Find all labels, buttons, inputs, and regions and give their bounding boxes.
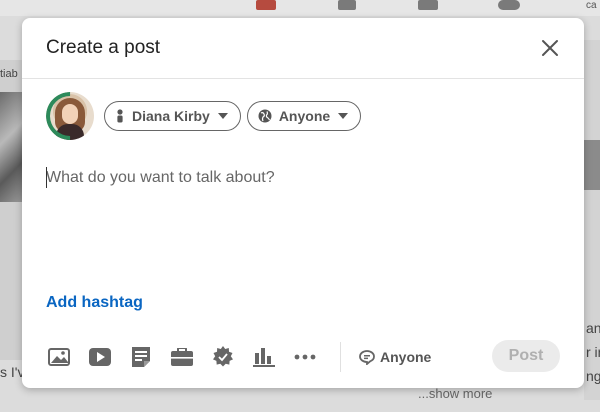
add-document-button[interactable]: [129, 345, 153, 369]
close-button[interactable]: [538, 36, 562, 60]
background-text: r in: [586, 344, 600, 360]
caret-down-icon: [217, 113, 228, 119]
video-icon: [89, 348, 111, 366]
job-icon: [171, 348, 193, 366]
document-icon: [132, 347, 150, 367]
more-icon: [294, 354, 316, 360]
globe-icon: [258, 109, 272, 123]
add-hashtag-button[interactable]: Add hashtag: [46, 294, 143, 312]
poll-icon: [253, 348, 275, 367]
person-icon: [115, 109, 125, 123]
author-name: Diana Kirby: [132, 108, 210, 124]
background-photo: [0, 92, 22, 202]
comment-visibility-label: Anyone: [380, 349, 432, 365]
background-text: an: [586, 320, 600, 336]
close-icon: [542, 40, 558, 56]
background-nav-icon: [256, 0, 276, 10]
more-options-button[interactable]: [293, 345, 317, 369]
post-button[interactable]: Post: [492, 340, 560, 372]
comment-visibility-button[interactable]: Anyone: [359, 349, 431, 365]
post-toolbar: Anyone: [44, 342, 564, 372]
author-selector-button[interactable]: Diana Kirby: [104, 101, 241, 131]
author-row: Diana Kirby Anyone: [46, 92, 362, 140]
celebrate-icon: [213, 346, 233, 367]
caret-down-icon: [338, 113, 349, 119]
comment-icon: [359, 349, 375, 365]
background-nav-icon: [418, 0, 438, 10]
photo-icon: [48, 348, 70, 366]
dialog-header: Create a post: [22, 18, 584, 79]
background-photo: [584, 140, 600, 190]
background-text: tiab: [0, 68, 18, 80]
background-nav-icon: [338, 0, 356, 10]
text-cursor: [46, 167, 47, 188]
background-nav-label: ca: [586, 0, 597, 11]
background-nav-icon: [498, 0, 520, 10]
background-text: s I'v: [0, 364, 25, 380]
create-post-dialog: Create a post Diana Kirby Anyone What do…: [22, 18, 584, 388]
audience-selector-button[interactable]: Anyone: [246, 101, 362, 131]
avatar: [46, 92, 94, 140]
celebrate-button[interactable]: [211, 345, 235, 369]
background-top-nav: ca: [0, 0, 600, 16]
toolbar-divider: [340, 342, 341, 372]
dialog-title: Create a post: [46, 37, 161, 58]
create-poll-button[interactable]: [252, 345, 276, 369]
background-show-more-link: ...show more: [418, 386, 493, 401]
add-photo-button[interactable]: [47, 345, 71, 369]
share-job-button[interactable]: [170, 345, 194, 369]
audience-label: Anyone: [278, 108, 331, 124]
background-text: ng: [586, 368, 600, 384]
post-text-input[interactable]: [46, 166, 546, 190]
add-video-button[interactable]: [88, 345, 112, 369]
